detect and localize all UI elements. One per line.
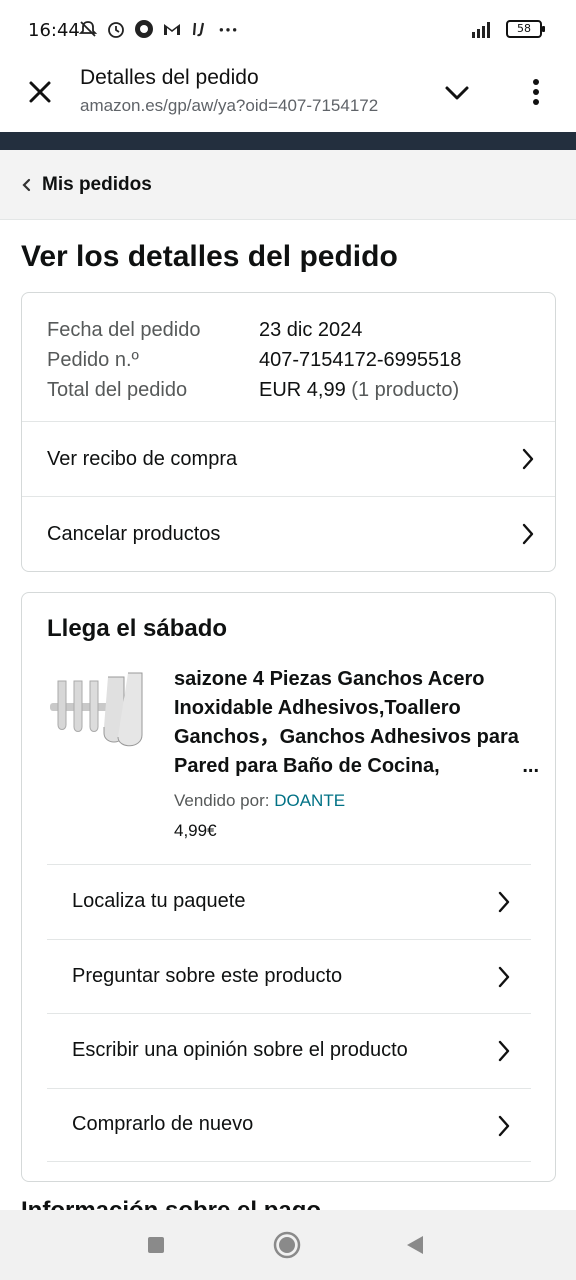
status-time: 16:44	[28, 20, 80, 41]
order-number-row: Pedido n.º 407-7154172-6995518	[47, 345, 530, 375]
view-receipt-label: Ver recibo de compra	[47, 447, 238, 470]
recents-icon[interactable]	[141, 1230, 171, 1260]
order-total-value: EUR 4,99	[259, 379, 346, 401]
close-icon[interactable]	[22, 74, 58, 110]
write-review-link[interactable]: Escribir una opinión sobre el producto	[47, 1013, 531, 1088]
system-nav-bar	[0, 1210, 576, 1280]
home-icon[interactable]	[272, 1230, 302, 1260]
site-header-band	[0, 132, 576, 150]
chevron-right-icon	[522, 523, 534, 545]
more-vertical-icon[interactable]	[522, 74, 550, 110]
arrival-heading: Llega el sábado	[47, 615, 228, 642]
order-summary-card: Fecha del pedido 23 dic 2024 Pedido n.º …	[21, 292, 556, 572]
cancel-products-label: Cancelar productos	[47, 522, 221, 545]
view-receipt-link[interactable]: Ver recibo de compra	[22, 421, 555, 496]
chevron-right-icon	[498, 1040, 510, 1062]
seller-label: Vendido por:	[174, 791, 270, 810]
seller-info: Vendido por: DOANTE	[174, 791, 345, 811]
write-review-label: Escribir una opinión sobre el producto	[72, 1039, 408, 1062]
breadcrumb-label: Mis pedidos	[42, 173, 152, 195]
order-total-value-group: EUR 4,99 (1 producto)	[259, 375, 459, 405]
chevron-left-icon	[22, 178, 31, 191]
seller-link[interactable]: DOANTE	[274, 791, 345, 810]
app-badge-icon	[135, 20, 153, 38]
buy-again-link[interactable]: Comprarlo de nuevo	[47, 1087, 531, 1162]
chevron-right-icon	[498, 1115, 510, 1136]
alarm-icon	[108, 22, 124, 38]
product-title-text: saizone 4 Piezas Ganchos Acero Inoxidabl…	[174, 668, 519, 777]
order-item-count: (1 producto)	[351, 379, 460, 401]
browser-header: Detalles del pedido amazon.es/gp/aw/ya?o…	[0, 60, 576, 132]
order-info: Fecha del pedido 23 dic 2024 Pedido n.º …	[22, 293, 555, 421]
battery-icon: 58	[506, 20, 545, 38]
order-date-label: Fecha del pedido	[47, 319, 201, 341]
status-notification-icons	[78, 19, 238, 39]
cancel-products-link[interactable]: Cancelar productos	[22, 496, 555, 571]
page-title: Ver los detalles del pedido	[21, 240, 398, 273]
product-price: 4,99€	[174, 821, 217, 840]
product-title-ellipsis: ...	[520, 752, 539, 781]
signal-icon	[472, 22, 490, 38]
payment-info-heading: Información sobre el pago	[21, 1196, 321, 1210]
order-date-row: Fecha del pedido 23 dic 2024	[47, 315, 530, 345]
ask-question-label: Preguntar sobre este producto	[72, 964, 343, 987]
order-total-label: Total del pedido	[47, 379, 188, 401]
breadcrumb[interactable]: Mis pedidos	[0, 150, 576, 220]
order-date-value: 23 dic 2024	[259, 319, 363, 341]
track-package-link[interactable]: Localiza tu paquete	[47, 864, 531, 939]
status-system-icons: 58	[460, 18, 545, 40]
browser-url[interactable]: amazon.es/gp/aw/ya?oid=407-7154172	[80, 96, 415, 116]
ij-app-icon	[192, 22, 205, 37]
track-package-label: Localiza tu paquete	[72, 890, 246, 913]
shipment-card: Llega el sábado saizone 4 Piezas Ganchos…	[21, 592, 556, 1182]
product-image[interactable]	[44, 669, 152, 749]
order-number-value: 407-7154172-6995518	[259, 349, 462, 371]
chevron-right-icon	[498, 966, 510, 987]
more-dots-icon	[219, 28, 237, 32]
buy-again-label: Comprarlo de nuevo	[72, 1113, 254, 1136]
order-total-row: Total del pedido EUR 4,99 (1 producto)	[47, 375, 530, 405]
product-title[interactable]: saizone 4 Piezas Ganchos Acero Inoxidabl…	[174, 665, 539, 781]
notifications-off-icon	[78, 21, 98, 37]
browser-title: Detalles del pedido	[80, 66, 259, 89]
chevron-right-icon	[498, 891, 510, 913]
chevron-right-icon	[522, 448, 534, 470]
back-icon[interactable]	[400, 1230, 430, 1260]
status-bar: 16:44 58	[0, 0, 576, 60]
gmail-icon	[164, 24, 180, 35]
ask-question-link[interactable]: Preguntar sobre este producto	[47, 938, 531, 1014]
shipment-actions: Localiza tu paquete Preguntar sobre este…	[47, 864, 531, 1162]
order-number-label: Pedido n.º	[47, 349, 139, 371]
chevron-down-icon[interactable]	[442, 78, 472, 108]
